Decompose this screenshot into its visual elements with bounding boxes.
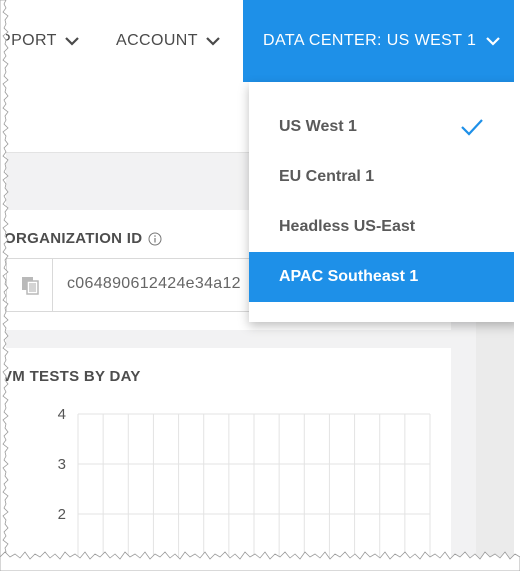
y-tick-label: 2 [58,506,66,523]
dropdown-item-label: APAC Southeast 1 [279,268,419,285]
chevron-down-icon [206,37,220,46]
chart-grid [77,413,431,562]
dropdown-item-us-west-1[interactable]: US West 1 [249,102,514,152]
dropdown-item-headless-us-east[interactable]: Headless US-East [249,202,514,252]
dropdown-item-label: US West 1 [279,118,357,135]
account-menu[interactable]: ACCOUNT [116,0,220,82]
support-menu[interactable]: PPORT [6,0,79,82]
account-label: ACCOUNT [116,32,198,49]
checkmark-icon [461,119,483,136]
y-tick-label: 3 [58,456,66,473]
support-label: PPORT [6,32,57,49]
info-icon[interactable] [148,232,162,246]
chart-canvas: 4 3 2 [58,406,431,562]
dropdown-item-apac-southeast-1[interactable]: APAC Southeast 1 [249,252,514,302]
organization-id-value: c064890612424e34a12 [67,275,241,292]
organization-title: ORGANIZATION ID [6,230,162,247]
page: PPORT ACCOUNT DATA CENTER: US WEST 1 ORG… [6,0,514,562]
data-center-selector[interactable]: DATA CENTER: US WEST 1 [243,0,514,82]
vm-tests-chart-card: VM TESTS BY DAY 432 [6,348,451,562]
organization-title-text: ORGANIZATION ID [6,230,143,247]
data-center-dropdown: US West 1 EU Central 1 Headless US-East … [249,82,514,322]
dropdown-item-eu-central-1[interactable]: EU Central 1 [249,152,514,202]
y-tick-label: 4 [58,406,66,423]
dropdown-item-label: Headless US-East [279,218,416,235]
copy-button[interactable] [7,259,53,311]
chevron-down-icon [65,37,79,46]
copy-icon [21,277,39,295]
chart-y-axis: 4 3 2 [58,406,66,523]
data-center-label: DATA CENTER: US WEST 1 [263,32,477,49]
top-navigation: PPORT ACCOUNT DATA CENTER: US WEST 1 [6,0,514,83]
chevron-down-icon [486,37,501,46]
dropdown-item-label: EU Central 1 [279,168,375,185]
